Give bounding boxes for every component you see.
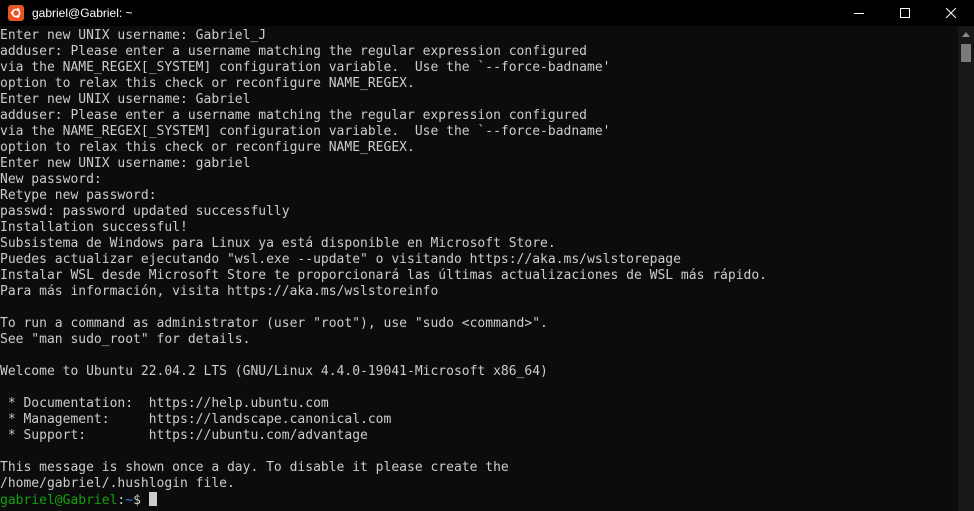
text-cursor <box>148 492 157 506</box>
title-bar[interactable]: gabriel@Gabriel: ~ <box>0 0 974 26</box>
terminal-line: Welcome to Ubuntu 22.04.2 LTS (GNU/Linux… <box>0 364 548 379</box>
terminal-line: Instalar WSL desde Microsoft Store te pr… <box>0 268 768 283</box>
scrollbar-thumb[interactable] <box>961 44 971 62</box>
prompt-symbol: $ <box>133 493 149 508</box>
minimize-icon <box>854 13 864 14</box>
terminal-line: Puedes actualizar ejecutando "wsl.exe --… <box>0 252 681 267</box>
terminal-line: * Management: https://landscape.canonica… <box>0 412 392 427</box>
terminal-line: See "man sudo_root" for details. <box>0 332 251 347</box>
terminal-line: option to relax this check or reconfigur… <box>0 76 415 91</box>
ubuntu-icon[interactable] <box>8 5 24 21</box>
terminal-line: Para más información, visita https://aka… <box>0 284 439 299</box>
prompt-user-host: gabriel@Gabriel <box>0 493 118 508</box>
shell-prompt[interactable]: gabriel@Gabriel:~$ <box>0 492 958 508</box>
terminal-line: Enter new UNIX username: gabriel <box>0 156 251 171</box>
terminal-line: This message is shown once a day. To dis… <box>0 460 509 475</box>
maximize-button[interactable] <box>882 0 928 26</box>
terminal-line: Installation successful! <box>0 220 188 235</box>
terminal-line: Enter new UNIX username: Gabriel_J <box>0 28 267 43</box>
terminal-line: via the NAME_REGEX[_SYSTEM] configuratio… <box>0 60 611 75</box>
close-icon <box>946 8 956 18</box>
terminal-line: Enter new UNIX username: Gabriel <box>0 92 251 107</box>
terminal-line: To run a command as administrator (user … <box>0 316 548 331</box>
scroll-up-arrow-icon[interactable] <box>962 32 970 37</box>
terminal-line: * Documentation: https://help.ubuntu.com <box>0 396 329 411</box>
terminal-line: New password: <box>0 172 102 187</box>
terminal-line: Retype new password: <box>0 188 157 203</box>
prompt-path: ~ <box>125 493 134 508</box>
terminal-line: passwd: password updated successfully <box>0 204 290 219</box>
vertical-scrollbar[interactable] <box>958 26 974 511</box>
minimize-button[interactable] <box>836 0 882 26</box>
terminal-line: adduser: Please enter a username matchin… <box>0 108 587 123</box>
terminal-line: option to relax this check or reconfigur… <box>0 140 415 155</box>
close-button[interactable] <box>928 0 974 26</box>
terminal-line: adduser: Please enter a username matchin… <box>0 44 587 59</box>
terminal-line: * Support: https://ubuntu.com/advantage <box>0 428 368 443</box>
terminal-line: /home/gabriel/.hushlogin file. <box>0 476 235 491</box>
maximize-icon <box>900 8 910 18</box>
window-title: gabriel@Gabriel: ~ <box>32 6 133 20</box>
terminal-line: Subsistema de Windows para Linux ya está… <box>0 236 556 251</box>
terminal-line: via the NAME_REGEX[_SYSTEM] configuratio… <box>0 124 611 139</box>
terminal-output[interactable]: Enter new UNIX username: Gabriel_J addus… <box>0 28 958 511</box>
terminal-window: gabriel@Gabriel: ~ Enter new UNIX userna… <box>0 0 974 511</box>
